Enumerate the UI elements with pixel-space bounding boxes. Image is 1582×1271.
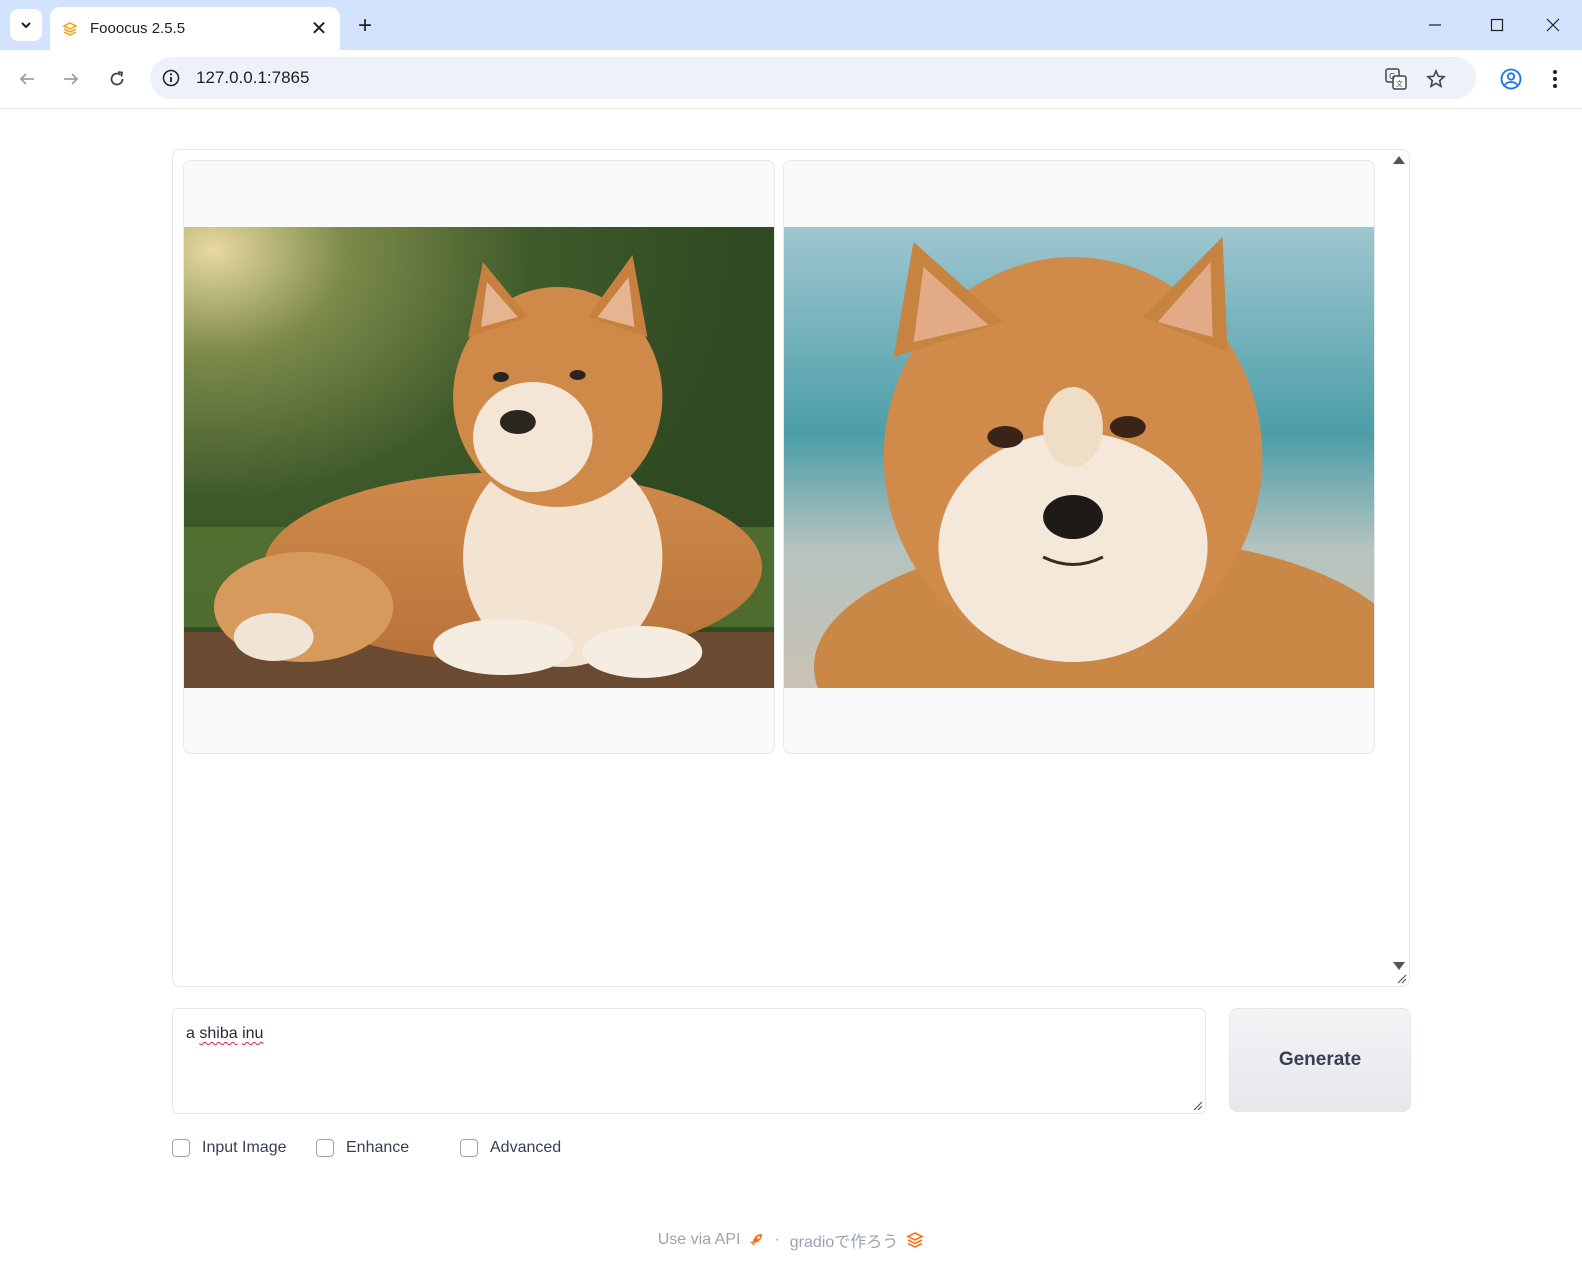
built-with-gradio-link[interactable]: gradioで作ろう <box>790 1228 898 1252</box>
footer: Use via API · gradioで作ろう <box>0 1228 1582 1252</box>
prompt-value: a shiba inu <box>186 1025 264 1042</box>
scroll-down-arrow-icon[interactable] <box>1393 962 1405 970</box>
close-tab-icon[interactable]: ✕ <box>308 17 330 40</box>
browser-tab[interactable]: Fooocus 2.5.5 ✕ <box>50 7 340 50</box>
url-text: 127.0.0.1:7865 <box>196 68 310 87</box>
use-via-api-link[interactable]: Use via API <box>658 1231 741 1249</box>
back-icon[interactable] <box>10 62 44 96</box>
advanced-option[interactable]: Advanced <box>460 1137 561 1159</box>
resize-handle-icon[interactable] <box>1395 972 1407 984</box>
scroll-up-arrow-icon[interactable] <box>1393 156 1405 164</box>
chevron-down-icon <box>21 22 31 29</box>
generate-button[interactable]: Generate <box>1229 1008 1411 1112</box>
forward-icon[interactable] <box>54 62 88 96</box>
generated-image-shiba-lying[interactable] <box>184 227 774 688</box>
maximize-icon[interactable] <box>1474 10 1520 40</box>
gradio-logo-icon <box>906 1232 925 1248</box>
tab-title: Fooocus 2.5.5 <box>90 20 186 37</box>
profile-icon[interactable] <box>1494 62 1528 96</box>
site-info-icon[interactable] <box>158 65 184 91</box>
more-menu-icon[interactable] <box>1538 62 1572 96</box>
output-gallery[interactable] <box>172 149 1410 987</box>
enhance-label: Enhance <box>346 1139 410 1156</box>
input-image-label: Input Image <box>202 1139 287 1156</box>
address-bar[interactable]: 127.0.0.1:7865 G文 <box>150 57 1476 99</box>
new-tab-icon[interactable]: + <box>352 12 378 39</box>
advanced-checkbox[interactable] <box>460 1139 478 1157</box>
browser-tab-bar: Fooocus 2.5.5 ✕ + <box>0 0 1582 50</box>
rocket-icon <box>750 1234 763 1246</box>
generated-image-shiba-portrait[interactable] <box>784 227 1374 688</box>
svg-text:文: 文 <box>1396 79 1403 88</box>
gallery-item[interactable] <box>783 160 1375 754</box>
prompt-textarea[interactable]: a shiba inu <box>172 1008 1206 1114</box>
fooocus-favicon-icon <box>62 22 78 36</box>
gallery-item[interactable] <box>183 160 775 754</box>
minimize-icon[interactable] <box>1412 10 1458 40</box>
advanced-label: Advanced <box>490 1139 562 1156</box>
enhance-option[interactable]: Enhance <box>316 1137 409 1159</box>
svg-text:G: G <box>1389 72 1395 81</box>
footer-separator: · <box>774 1231 780 1248</box>
translate-icon[interactable]: G文 <box>1382 65 1410 93</box>
browser-toolbar: 127.0.0.1:7865 G文 <box>0 50 1582 109</box>
tab-search-button[interactable] <box>10 9 42 41</box>
textarea-resize-handle-icon[interactable] <box>1191 1099 1203 1111</box>
reload-icon[interactable] <box>100 62 134 96</box>
input-image-checkbox[interactable] <box>172 1139 190 1157</box>
bookmark-star-icon[interactable] <box>1422 65 1450 93</box>
close-window-icon[interactable] <box>1530 10 1576 40</box>
input-image-option[interactable]: Input Image <box>172 1137 287 1159</box>
enhance-checkbox[interactable] <box>316 1139 334 1157</box>
